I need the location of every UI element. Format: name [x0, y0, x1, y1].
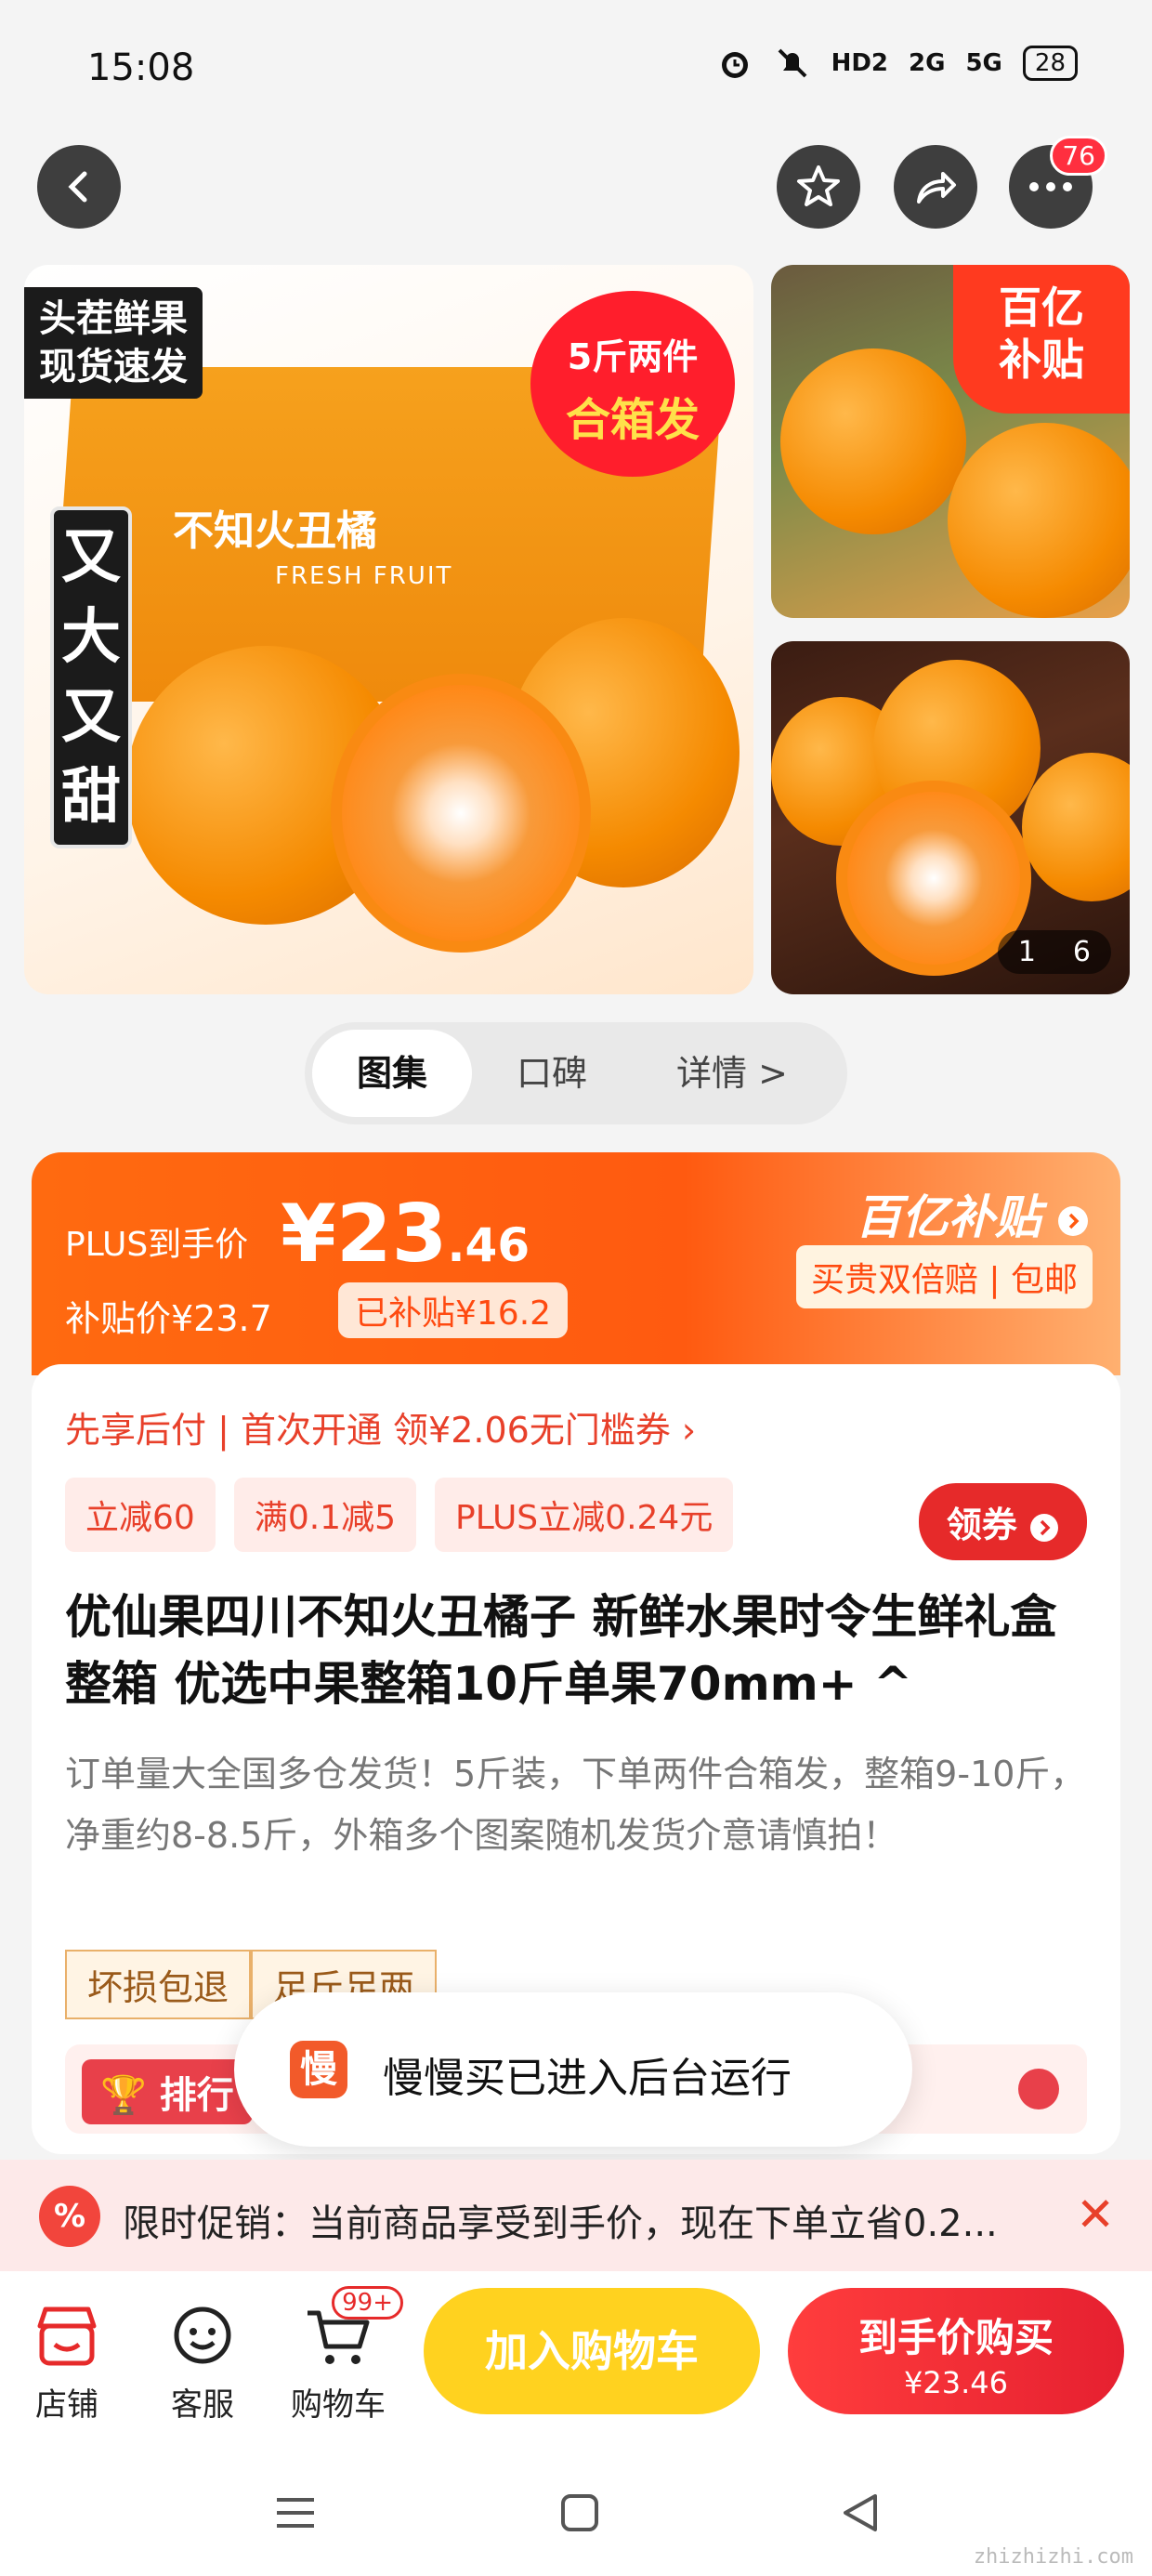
more-icon — [1029, 182, 1072, 191]
buy-now-price: ¥23.46 — [904, 2365, 1008, 2400]
image-counter-current: 1 — [1017, 936, 1036, 968]
thumbnail-image[interactable]: 1 6 — [771, 641, 1130, 994]
status-icons: HD2 2G 5G 28 — [716, 45, 1078, 82]
tab-gallery[interactable]: 图集 — [312, 1030, 473, 1117]
background-toast: 慢 慢慢买已进入后台运行 — [234, 1992, 912, 2147]
price-card: PLUS到手价 ¥23.46 补贴价¥23.7 已补贴¥16.2 百亿补贴 买贵… — [32, 1152, 1120, 1375]
chevron-left-icon — [68, 171, 87, 203]
chevron-right-circle-icon — [1058, 1205, 1088, 1236]
share-icon — [917, 172, 956, 204]
add-to-cart-button[interactable]: 加入购物车 — [424, 2288, 760, 2414]
menu-icon[interactable] — [273, 2491, 318, 2539]
tab-details[interactable]: 详情 > — [632, 1030, 832, 1117]
discount-chip[interactable]: PLUS立减0.24元 — [434, 1478, 734, 1552]
fresh-tag: 头茬鲜果 现货速发 — [24, 287, 203, 399]
buy-now-label: 到手价购买 — [857, 2315, 1054, 2360]
mute-icon — [774, 45, 811, 82]
service-tag: 坏损包退 — [65, 1950, 252, 2019]
discount-chip[interactable]: 满0.1减5 — [233, 1478, 416, 1552]
plus-price-label: PLUS到手价 — [65, 1226, 249, 1264]
subsidy-amount-badge: 已补贴¥16.2 — [338, 1282, 569, 1338]
favorite-button[interactable] — [777, 145, 860, 229]
store-label: 店铺 — [35, 2386, 98, 2424]
subsidy-price: 补贴价¥23.7 — [65, 1298, 272, 1339]
network-2g-label: 2G — [909, 49, 946, 77]
back-triangle-icon[interactable] — [838, 2491, 883, 2539]
more-button[interactable]: 76 — [1009, 136, 1107, 229]
cart-count-badge: 99+ — [332, 2286, 403, 2320]
pay-later-promo[interactable]: 先享后付 | 首次开通 领¥2.06无门槛券 › — [65, 1401, 696, 1452]
share-button[interactable] — [894, 145, 977, 229]
promo-round-tag: 5斤两件 合箱发 — [530, 291, 735, 477]
price-integer: 23 — [335, 1188, 448, 1281]
image-gallery: 不知火丑橘 FRESH FRUIT 头茬鲜果 现货速发 5斤两件 合箱发 又大又… — [24, 265, 1130, 999]
price-currency: ¥ — [281, 1188, 336, 1281]
discount-chips: 立减60 满0.1减5 PLUS立减0.24元 — [65, 1478, 734, 1552]
toast-message: 慢慢买已进入后台运行 — [383, 2055, 792, 2102]
product-title: 优仙果四川不知火丑橘子 新鲜水果时令生鲜礼盒整箱 优选中果整箱10斤单果70mm… — [65, 1590, 1057, 1711]
buy-now-button[interactable]: 到手价购买 ¥23.46 — [788, 2288, 1124, 2414]
back-button[interactable] — [37, 145, 121, 229]
image-counter-total: 6 — [1072, 936, 1091, 968]
customer-service-button[interactable]: 客服 — [137, 2299, 268, 2425]
app-logo-icon: 慢 — [290, 2041, 347, 2098]
promo-message: 限时促销：当前商品享受到手价，现在下单立省0.2... — [123, 2202, 998, 2245]
chat-icon — [137, 2299, 268, 2373]
battery-indicator: 28 — [1022, 46, 1078, 81]
close-icon[interactable]: ✕ — [1076, 2188, 1115, 2241]
promo-round-line2: 合箱发 — [565, 394, 700, 446]
get-coupon-label: 领券 — [946, 1505, 1017, 1545]
tab-reviews[interactable]: 口碑 — [472, 1030, 632, 1117]
ranking-label: 🏆 排行 — [82, 2059, 253, 2124]
ranking-label-text: 排行 — [159, 2074, 234, 2117]
watermark: zhizhizhi.com — [973, 2545, 1133, 2569]
box-subtitle: FRESH FRUIT — [275, 562, 453, 590]
store-icon — [2, 2299, 132, 2373]
cart-label: 购物车 — [291, 2386, 386, 2424]
star-icon — [797, 165, 840, 206]
subsidy-corner-badge: 百亿 补贴 — [953, 265, 1130, 414]
price-decimal: .46 — [447, 1218, 530, 1272]
store-button[interactable]: 店铺 — [2, 2299, 132, 2425]
chevron-right-circle-icon — [1030, 1513, 1058, 1542]
status-time: 15:08 — [87, 46, 195, 89]
orange-illustration — [1022, 753, 1130, 901]
box-title: 不知火丑橘 — [173, 507, 377, 555]
chevron-right-icon — [1018, 2069, 1059, 2109]
get-coupon-button[interactable]: 领券 — [918, 1483, 1087, 1560]
vertical-tag: 又大又甜 — [50, 506, 132, 848]
network-hd-label: HD2 — [831, 49, 889, 77]
home-icon[interactable] — [557, 2491, 602, 2539]
discount-chip[interactable]: 立减60 — [65, 1478, 216, 1552]
billion-subsidy-logo[interactable]: 百亿补贴 — [856, 1180, 1089, 1247]
status-bar: 15:08 HD2 2G 5G 28 — [0, 0, 1152, 130]
notification-badge: 76 — [1050, 136, 1107, 176]
final-price: ¥23.46 — [281, 1188, 530, 1281]
system-nav-bar: zhizhizhi.com — [0, 2457, 1152, 2576]
half-orange-illustration — [331, 674, 591, 953]
detail-tabs: 图集 口碑 详情 > — [305, 1022, 847, 1124]
guarantee-badge: 买贵双倍赔 | 包邮 — [795, 1245, 1093, 1308]
alarm-icon — [716, 45, 753, 82]
billion-subsidy-label: 百亿补贴 — [855, 1190, 1041, 1244]
thumbnail-image[interactable]: 百亿 补贴 — [771, 265, 1130, 618]
bottom-action-bar: 店铺 客服 99+ 购物车 加入购物车 到手价购买 ¥23.46 — [0, 2271, 1152, 2457]
product-description: 订单量大全国多仓发货！5斤装，下单两件合箱发，整箱9-10斤，净重约8-8.5斤… — [65, 1754, 1086, 1856]
customer-service-label: 客服 — [171, 2386, 234, 2424]
cart-button[interactable]: 99+ 购物车 — [273, 2286, 403, 2425]
network-5g-label: 5G — [965, 49, 1002, 77]
trophy-icon: 🏆 — [100, 2074, 147, 2117]
image-counter: 1 6 — [997, 930, 1111, 974]
orange-illustration — [948, 423, 1130, 618]
limited-promo-bar[interactable]: % 限时促销：当前商品享受到手价，现在下单立省0.2... ✕ — [0, 2160, 1152, 2271]
orange-illustration — [780, 348, 966, 534]
promo-round-line1: 5斤两件 — [567, 336, 699, 377]
main-product-image[interactable]: 不知火丑橘 FRESH FRUIT 头茬鲜果 现货速发 5斤两件 合箱发 又大又… — [24, 265, 753, 994]
top-nav: 76 — [0, 136, 1152, 240]
percent-icon: % — [39, 2186, 100, 2247]
